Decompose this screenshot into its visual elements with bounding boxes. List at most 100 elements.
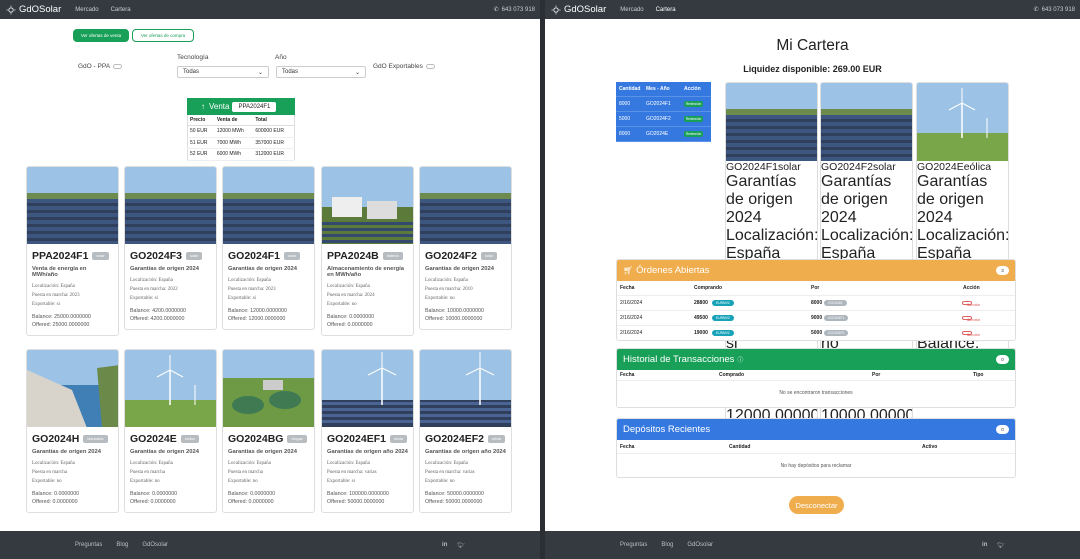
navbar: GdOSolar Mercado Cartera ✆ 643 073 918: [0, 0, 540, 19]
asset-card[interactable]: GO2024F2 solar Garantías de origen 2024 Loc…: [419, 166, 512, 330]
cancel-order-button[interactable]: ⊗ Cancelar: [962, 301, 980, 307]
asset-chip: GO2024F2: [824, 330, 849, 336]
footer-faq[interactable]: Preguntas: [620, 542, 647, 548]
col-type: Tipo: [973, 372, 984, 378]
asset-card[interactable]: PPA2024F1 solar Venta de energía en MWh/añ…: [26, 166, 119, 336]
history-section: Historial de Transacciones ⓘ 0 Fecha Com…: [616, 348, 1016, 408]
order-for: 5000: [811, 330, 823, 336]
ppa-filter[interactable]: GdO - PPA: [78, 63, 123, 70]
redeem-button[interactable]: Redención: [684, 101, 704, 107]
export-toggle[interactable]: [425, 63, 435, 69]
sale-label: Venta: [209, 102, 230, 111]
phone-number: 643 073 918: [1041, 6, 1075, 13]
card-subtitle: Garantías de origen 2024: [228, 266, 297, 272]
asset-card[interactable]: GO2024E eólica Garantías de origen 2024 Loc…: [124, 349, 217, 513]
phone[interactable]: ✆ 643 073 918: [494, 6, 535, 14]
footer-blog[interactable]: Blog: [116, 542, 128, 548]
twitter-icon[interactable]: 🐦︎: [997, 542, 1005, 549]
card-offered: Offered: 0.0000000: [228, 499, 274, 505]
card-subtitle: Garantías de origen 2024: [130, 449, 199, 455]
card-image: [125, 167, 216, 244]
cancel-order-button[interactable]: ⊗ Cancelar: [962, 316, 980, 322]
card-title: GO2024EF2: [425, 433, 484, 445]
count-badge: 0: [996, 425, 1009, 434]
card-meta: Exportable: si: [32, 302, 60, 307]
asset-card[interactable]: GO2024H hidráulica Garantías de origen 202…: [26, 349, 119, 513]
asset-card[interactable]: GO2024EF1 mixta Garantías de origen año 20…: [321, 349, 414, 513]
order-buy: 28800: [694, 300, 708, 306]
table-row[interactable]: 50 EUR 12000 MWh 600000 EUR: [187, 125, 295, 138]
card-meta: Puesta en marcha: 2023: [32, 293, 80, 298]
chevron-down-icon: ⌄: [257, 70, 263, 76]
col-action: Acción: [684, 86, 701, 92]
nav-market[interactable]: Mercado: [620, 7, 643, 13]
sale-table: Precio Venta de Total 50 EUR 12000 MWh 60000…: [187, 115, 295, 161]
col-buying: Comprando: [694, 285, 723, 291]
nav-portfolio[interactable]: Cartera: [111, 7, 131, 13]
buy-offers-button[interactable]: Ver ofertas de compra: [132, 29, 194, 42]
year-select[interactable]: Todas ⌄: [276, 66, 366, 78]
card-meta: Puesta en marcha: varias: [425, 470, 475, 475]
card-meta: Localización: España: [726, 227, 818, 262]
footer: Preguntas Blog GdOsolar in 🐦︎: [545, 531, 1080, 559]
card-title: GO2024F2: [821, 161, 873, 173]
tech-select[interactable]: Todas ⌄: [177, 66, 269, 78]
order-date: 2/16/2024: [620, 330, 643, 336]
sale-tag[interactable]: PPA2024F1: [232, 101, 277, 112]
cart-icon: 🛒︎: [623, 266, 634, 275]
asset-card[interactable]: GO2024F1 solar Garantías de origen 2024 Loc…: [222, 166, 315, 330]
card-image: [917, 83, 1008, 161]
arrow-up-icon: ↑: [201, 102, 205, 111]
empty-message: No hay depósitos para reclamar: [780, 463, 852, 469]
tech-badge: mixta: [389, 435, 408, 443]
table-row[interactable]: 51 EUR 7000 MWh 357000 EUR: [187, 137, 295, 149]
tech-select-value: Todas: [183, 69, 200, 75]
footer-brand[interactable]: GdOsolar: [687, 542, 713, 548]
table-row[interactable]: 52 EUR 6000 MWh 312000 EUR: [187, 148, 295, 161]
card-image: [726, 83, 817, 161]
footer-brand[interactable]: GdOsolar: [142, 542, 168, 548]
card-offered: Offered: 4200.0000000: [130, 316, 185, 322]
cancel-order-button[interactable]: ⊗ Cancelar: [962, 331, 980, 337]
card-meta: Exportable: no: [32, 479, 62, 484]
redeem-button[interactable]: Redención: [684, 116, 704, 122]
sell-offers-button[interactable]: Ver ofertas de venta: [73, 29, 129, 42]
nav-market[interactable]: Mercado: [75, 7, 98, 13]
card-meta: Exportable: no: [327, 302, 357, 307]
twitter-icon[interactable]: 🐦︎: [457, 542, 465, 549]
nav-portfolio[interactable]: Cartera: [656, 7, 676, 13]
linkedin-icon[interactable]: in: [982, 542, 987, 549]
linkedin-icon[interactable]: in: [442, 542, 447, 549]
card-image: [420, 167, 511, 244]
redeem-button[interactable]: Redención: [684, 131, 704, 137]
count-badge: 0: [996, 355, 1009, 364]
card-meta: Exportable: si: [228, 296, 256, 301]
brand[interactable]: GdOSolar: [551, 4, 606, 15]
card-balance: Balance: 0.0000000: [32, 491, 80, 497]
brand[interactable]: GdOSolar: [6, 4, 61, 15]
footer-faq[interactable]: Preguntas: [75, 542, 102, 548]
card-balance: Balance: 12000.0000000: [228, 308, 287, 314]
cancel-label: Cancelar: [967, 318, 981, 322]
ppa-toggle[interactable]: [113, 63, 123, 69]
tech-badge: solar: [872, 161, 896, 173]
cell: 8000: [619, 101, 631, 107]
asset-card[interactable]: GO2024EF2 mixta Garantías de origen año 20…: [419, 349, 512, 513]
cell: 52 EUR: [187, 148, 215, 161]
export-filter[interactable]: GdO Exportables: [373, 63, 435, 70]
card-balance: Balance: 25000.0000000: [32, 314, 91, 320]
phone[interactable]: ✆ 643 073 918: [1034, 6, 1075, 14]
disconnect-button[interactable]: Desconectar: [789, 496, 844, 514]
footer-blog[interactable]: Blog: [661, 542, 673, 548]
empty-message: No se encontraron transacciones: [779, 390, 853, 396]
card-subtitle: Garantías de origen año 2024: [425, 449, 506, 455]
asset-card[interactable]: GO2024F3 solar Garantías de origen 2024 Loc…: [124, 166, 217, 330]
card-subtitle: Garantías de origen 2024: [726, 173, 797, 226]
asset-card[interactable]: GO2024BG biogas Garantías de origen 2024 Lo…: [222, 349, 315, 513]
card-meta: Puesta en marcha: [32, 470, 67, 475]
card-meta: Localización: España: [425, 278, 468, 283]
asset-card[interactable]: PPA2024B batería Almacenamiento de energía…: [321, 166, 414, 336]
asset-chip: GO2024F1: [824, 315, 849, 321]
card-balance: Balance: 0.0000000: [228, 491, 276, 497]
card-balance: Balance: 10000.0000000: [425, 308, 484, 314]
